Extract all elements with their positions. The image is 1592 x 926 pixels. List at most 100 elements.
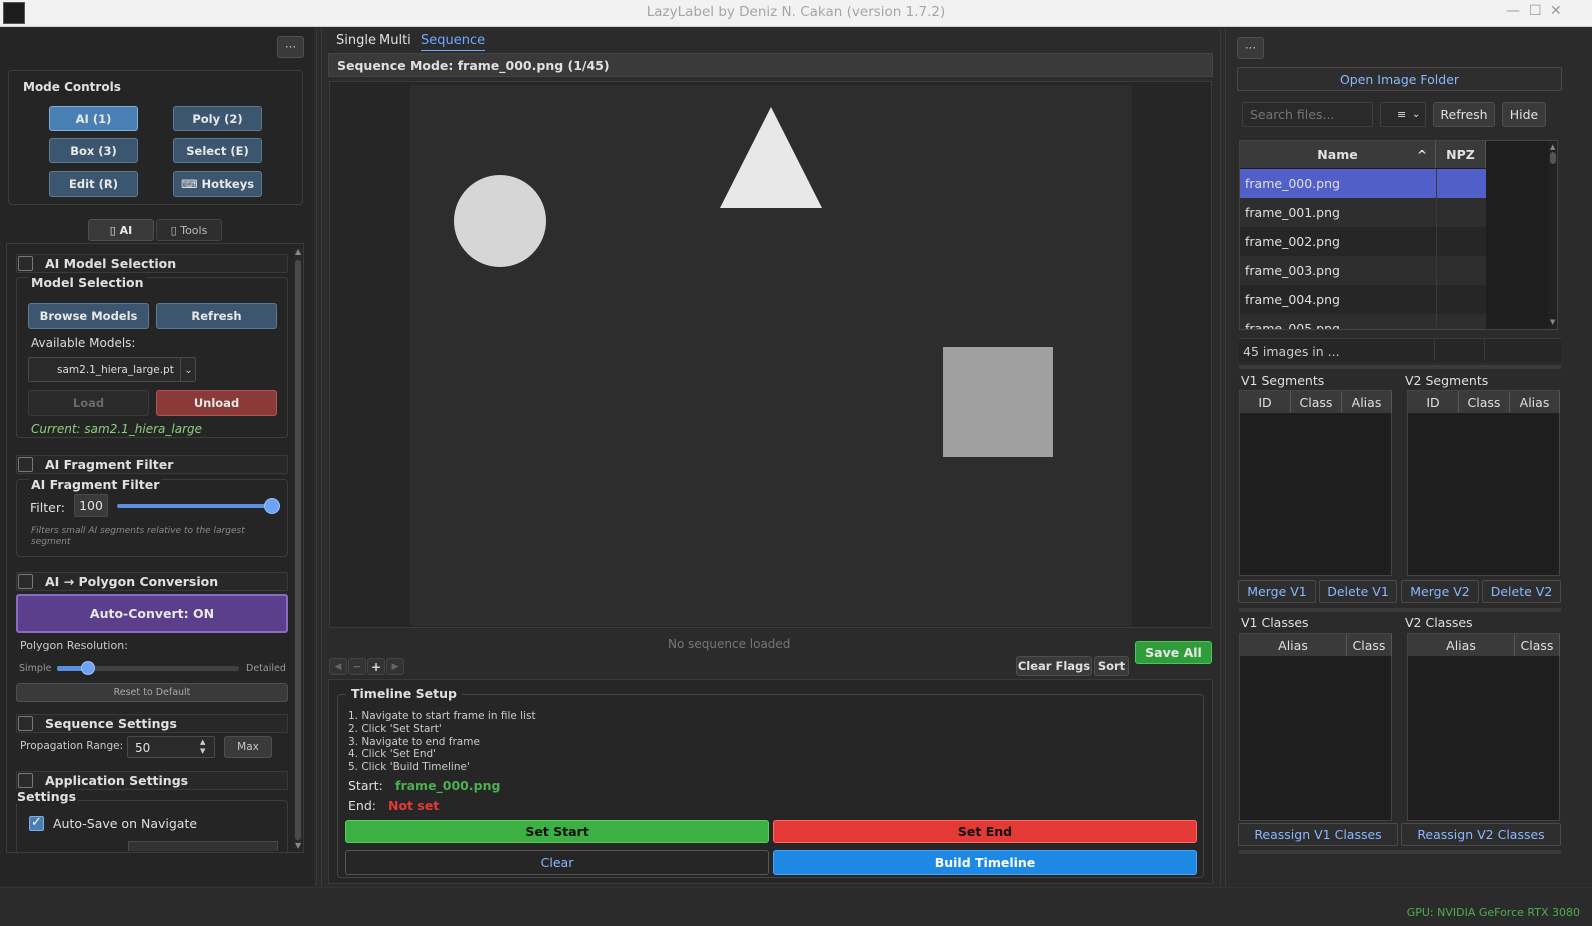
list-item[interactable]: frame_001.png [1240,198,1486,227]
class-column-header[interactable]: Class [1459,391,1510,413]
refresh-models-button[interactable]: Refresh [156,303,277,329]
sequence-collapse-checkbox[interactable] [18,716,33,731]
set-start-button[interactable]: Set Start [345,820,769,843]
propagation-range-spinbox[interactable]: 50 ▲ ▼ [127,736,215,758]
class-column-header[interactable]: Class [1515,634,1560,656]
image-area[interactable] [410,85,1132,626]
poly-mode-button[interactable]: Poly (2) [173,106,262,131]
load-model-button[interactable]: Load [28,390,149,416]
spin-up-icon[interactable]: ▲ [200,738,205,746]
open-folder-button[interactable]: Open Image Folder [1237,67,1562,91]
list-item[interactable]: frame_000.png [1240,169,1486,198]
zoom-in-icon[interactable]: + [367,658,385,675]
filter-value[interactable]: 100 [74,494,108,517]
scroll-down-icon[interactable]: ▼ [295,842,301,850]
id-column-header[interactable]: ID [1408,391,1459,413]
alias-column-header[interactable]: Alias [1342,391,1392,413]
minimize-icon[interactable]: — [1506,3,1520,19]
left-splitter[interactable] [316,28,322,886]
file-list-table[interactable]: Name ^ NPZ frame_000.png frame_001.png fr… [1239,140,1558,330]
sort-dropdown[interactable]: ≡ ⌄ [1380,102,1426,127]
right-menu-button[interactable]: ··· [1237,37,1264,59]
npz-column-header[interactable]: NPZ [1436,141,1486,168]
list-item[interactable]: frame_003.png [1240,256,1486,285]
v1-segments-table[interactable]: ID Class Alias [1239,390,1392,576]
v2-segments-table[interactable]: ID Class Alias [1407,390,1560,576]
box-mode-button[interactable]: Box (3) [49,138,138,163]
select-mode-button[interactable]: Select (E) [173,138,262,163]
tab-single[interactable]: Single [336,33,376,48]
reassign-v1-button[interactable]: Reassign V1 Classes [1238,823,1398,846]
spin-down-icon[interactable]: ▼ [200,747,205,755]
alias-column-header[interactable]: Alias [1408,634,1515,656]
maximize-icon[interactable]: ☐ [1529,3,1542,19]
merge-v1-button[interactable]: Merge V1 [1238,580,1316,603]
left-scrollbar[interactable]: ▲ ▼ [294,248,302,850]
scroll-up-icon[interactable]: ▲ [1550,143,1555,151]
v2-classes-table[interactable]: Alias Class [1407,633,1560,821]
tab-tools[interactable]: ▯ Tools [156,219,222,241]
search-files-input[interactable] [1242,102,1373,127]
scroll-up-icon[interactable]: ▲ [295,248,301,256]
vertical-splitter[interactable] [1395,633,1401,821]
filter-slider-handle[interactable] [264,498,280,514]
horizontal-splitter[interactable] [1239,365,1561,369]
set-end-button[interactable]: Set End [773,820,1197,843]
sort-button[interactable]: Sort [1094,656,1129,676]
file-list-scroll-thumb[interactable] [1550,152,1556,164]
delete-v2-button[interactable]: Delete V2 [1482,580,1561,603]
clear-flags-button[interactable]: Clear Flags [1016,656,1092,676]
resolution-slider-track[interactable] [57,661,239,675]
save-all-button[interactable]: Save All [1135,641,1212,664]
edit-mode-button[interactable]: Edit (R) [49,171,138,197]
prev-frame-icon[interactable]: ◀ [329,658,347,675]
max-range-button[interactable]: Max [224,736,272,758]
image-canvas[interactable] [329,81,1212,628]
chevron-down-icon[interactable]: ⌄ [180,358,196,381]
unload-model-button[interactable]: Unload [156,390,277,416]
v1-classes-table[interactable]: Alias Class [1239,633,1392,821]
fragment-collapse-checkbox[interactable] [18,457,33,472]
list-item[interactable]: frame_004.png [1240,285,1486,314]
tab-sequence[interactable]: Sequence [421,33,486,51]
left-scroll-thumb[interactable] [295,260,301,840]
refresh-files-button[interactable]: Refresh [1433,102,1495,127]
app-collapse-checkbox[interactable] [18,773,33,788]
auto-convert-button[interactable]: Auto-Convert: ON [16,594,288,633]
scroll-down-icon[interactable]: ▼ [1550,318,1555,326]
filter-slider-track[interactable] [117,498,280,514]
merge-v2-button[interactable]: Merge V2 [1401,580,1479,603]
left-menu-button[interactable]: ··· [277,36,304,58]
class-column-header[interactable]: Class [1291,391,1342,413]
file-list-scrollbar[interactable]: ▲ ▼ [1548,141,1557,329]
ai-model-collapse-checkbox[interactable] [18,256,33,271]
build-timeline-button[interactable]: Build Timeline [773,850,1197,875]
alias-column-header[interactable]: Alias [1510,391,1560,413]
model-dropdown[interactable]: sam2.1_hiera_large.pt ⌄ [28,357,196,382]
reassign-v2-button[interactable]: Reassign V2 Classes [1401,823,1561,846]
cut-off-control[interactable] [128,841,278,851]
list-item[interactable]: frame_005.png [1240,314,1486,329]
name-column-header[interactable]: Name ^ [1240,141,1436,168]
autosave-checkbox[interactable] [29,815,44,831]
clear-timeline-button[interactable]: Clear [345,850,769,875]
hide-button[interactable]: Hide [1502,102,1546,127]
alias-column-header[interactable]: Alias [1240,634,1347,656]
polygon-collapse-checkbox[interactable] [18,574,33,589]
reset-default-button[interactable]: Reset to Default [16,683,288,702]
class-column-header[interactable]: Class [1347,634,1392,656]
close-icon[interactable]: ✕ [1550,3,1562,19]
tab-ai[interactable]: ▯ AI [88,219,154,241]
browse-models-button[interactable]: Browse Models [28,303,149,329]
zoom-out-icon[interactable]: − [348,658,366,675]
delete-v1-button[interactable]: Delete V1 [1319,580,1397,603]
tab-multi[interactable]: Multi [379,33,411,48]
id-column-header[interactable]: ID [1240,391,1291,413]
horizontal-splitter[interactable] [1239,850,1561,854]
right-splitter[interactable] [1220,28,1226,886]
list-item[interactable]: frame_002.png [1240,227,1486,256]
hotkeys-button[interactable]: ⌨ Hotkeys [173,171,262,197]
resolution-slider-handle[interactable] [80,661,95,675]
horizontal-splitter[interactable] [1239,608,1561,612]
ai-mode-button[interactable]: AI (1) [49,106,138,131]
